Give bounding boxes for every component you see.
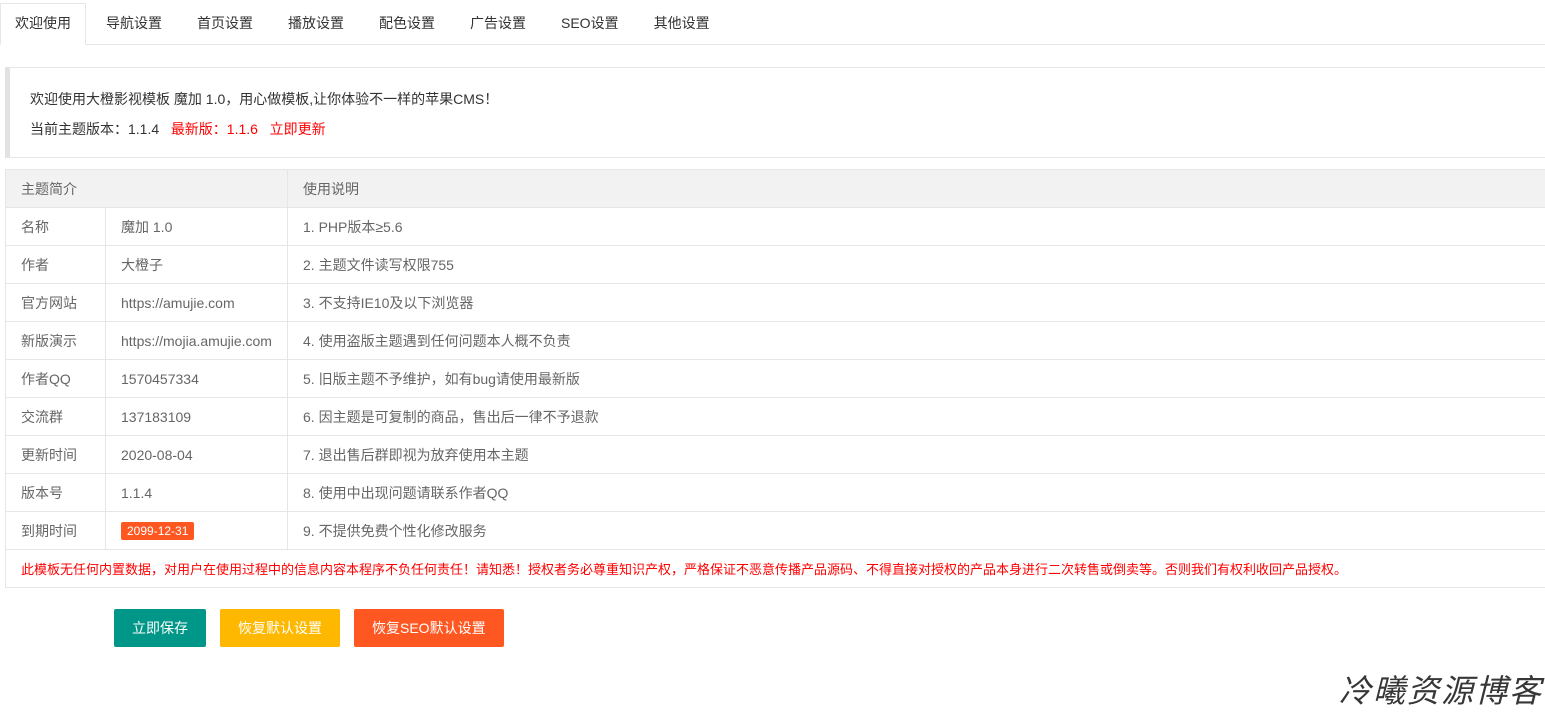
tab-other[interactable]: 其他设置 xyxy=(639,3,725,44)
tab-homepage[interactable]: 首页设置 xyxy=(182,3,268,44)
row-note: 1. PHP版本≥5.6 xyxy=(287,207,1545,246)
header-theme-intro: 主题简介 xyxy=(5,169,288,208)
row-note: 8. 使用中出现问题请联系作者QQ xyxy=(287,473,1545,512)
restore-seo-default-button[interactable]: 恢复SEO默认设置 xyxy=(354,609,504,647)
table-row: 交流群 137183109 6. 因主题是可复制的商品，售出后一律不予退款 xyxy=(5,397,1545,436)
tab-playback[interactable]: 播放设置 xyxy=(273,3,359,44)
row-label: 作者 xyxy=(5,245,106,284)
row-value: 2099-12-31 xyxy=(105,511,288,550)
tab-ads[interactable]: 广告设置 xyxy=(455,3,541,44)
table-header-row: 主题简介 使用说明 xyxy=(5,169,1545,208)
row-value: 魔加 1.0 xyxy=(105,207,288,246)
row-label: 名称 xyxy=(5,207,106,246)
table-row: 新版演示 https://mojia.amujie.com 4. 使用盗版主题遇… xyxy=(5,321,1545,360)
row-value: 2020-08-04 xyxy=(105,435,288,474)
row-label: 版本号 xyxy=(5,473,106,512)
table-row: 到期时间 2099-12-31 9. 不提供免费个性化修改服务 xyxy=(5,511,1545,550)
row-label: 新版演示 xyxy=(5,321,106,360)
tab-seo[interactable]: SEO设置 xyxy=(546,3,634,44)
disclaimer-text: 此模板无任何内置数据，对用户在使用过程中的信息内容本程序不负任何责任！请知悉！授… xyxy=(5,549,1545,588)
row-label: 作者QQ xyxy=(5,359,106,398)
table-row: 官方网站 https://amujie.com 3. 不支持IE10及以下浏览器 xyxy=(5,283,1545,322)
table-row: 版本号 1.1.4 8. 使用中出现问题请联系作者QQ xyxy=(5,473,1545,512)
row-note: 3. 不支持IE10及以下浏览器 xyxy=(287,283,1545,322)
current-version: 当前主题版本：1.1.4 xyxy=(30,121,160,137)
expiry-date-badge: 2099-12-31 xyxy=(121,521,195,540)
row-note: 2. 主题文件读写权限755 xyxy=(287,245,1545,284)
row-value: 1570457334 xyxy=(105,359,288,398)
row-value: https://amujie.com xyxy=(105,283,288,322)
row-note: 6. 因主题是可复制的商品，售出后一律不予退款 xyxy=(287,397,1545,436)
tab-welcome[interactable]: 欢迎使用 xyxy=(0,3,86,45)
blog-watermark: 冷曦资源博客 xyxy=(1338,672,1543,710)
header-usage-notes: 使用说明 xyxy=(287,169,1545,208)
theme-info-table: 主题简介 使用说明 名称 魔加 1.0 1. PHP版本≥5.6 作者 大橙子 … xyxy=(5,169,1545,588)
welcome-message: 欢迎使用大橙影视模板 魔加 1.0，用心做模板,让你体验不一样的苹果CMS！ xyxy=(30,91,499,107)
update-now-link[interactable]: 立即更新 xyxy=(270,121,326,137)
save-now-button[interactable]: 立即保存 xyxy=(114,609,206,647)
table-row: 作者QQ 1570457334 5. 旧版主题不予维护，如有bug请使用最新版 xyxy=(5,359,1545,398)
action-buttons: 立即保存 恢复默认设置 恢复SEO默认设置 xyxy=(114,609,518,647)
table-row: 名称 魔加 1.0 1. PHP版本≥5.6 xyxy=(5,207,1545,246)
welcome-notice: 欢迎使用大橙影视模板 魔加 1.0，用心做模板,让你体验不一样的苹果CMS！ 当… xyxy=(5,67,1545,158)
table-row: 更新时间 2020-08-04 7. 退出售后群即视为放弃使用本主题 xyxy=(5,435,1545,474)
settings-tab-bar: 欢迎使用 导航设置 首页设置 播放设置 配色设置 广告设置 SEO设置 其他设置 xyxy=(0,3,1545,45)
version-line: 当前主题版本：1.1.4 最新版：1.1.6 立即更新 xyxy=(30,120,326,138)
row-note: 4. 使用盗版主题遇到任何问题本人概不负责 xyxy=(287,321,1545,360)
row-note: 5. 旧版主题不予维护，如有bug请使用最新版 xyxy=(287,359,1545,398)
row-note: 9. 不提供免费个性化修改服务 xyxy=(287,511,1545,550)
warning-row: 此模板无任何内置数据，对用户在使用过程中的信息内容本程序不负任何责任！请知悉！授… xyxy=(5,549,1545,588)
restore-default-button[interactable]: 恢复默认设置 xyxy=(220,609,340,647)
row-label: 交流群 xyxy=(5,397,106,436)
row-note: 7. 退出售后群即视为放弃使用本主题 xyxy=(287,435,1545,474)
row-label: 更新时间 xyxy=(5,435,106,474)
row-label: 到期时间 xyxy=(5,511,106,550)
row-value: 137183109 xyxy=(105,397,288,436)
latest-version: 最新版：1.1.6 xyxy=(170,121,258,137)
row-label: 官方网站 xyxy=(5,283,106,322)
table-row: 作者 大橙子 2. 主题文件读写权限755 xyxy=(5,245,1545,284)
tab-navigation[interactable]: 导航设置 xyxy=(91,3,177,44)
row-value: 大橙子 xyxy=(105,245,288,284)
row-value: 1.1.4 xyxy=(105,473,288,512)
tab-color-scheme[interactable]: 配色设置 xyxy=(364,3,450,44)
row-value: https://mojia.amujie.com xyxy=(105,321,288,360)
